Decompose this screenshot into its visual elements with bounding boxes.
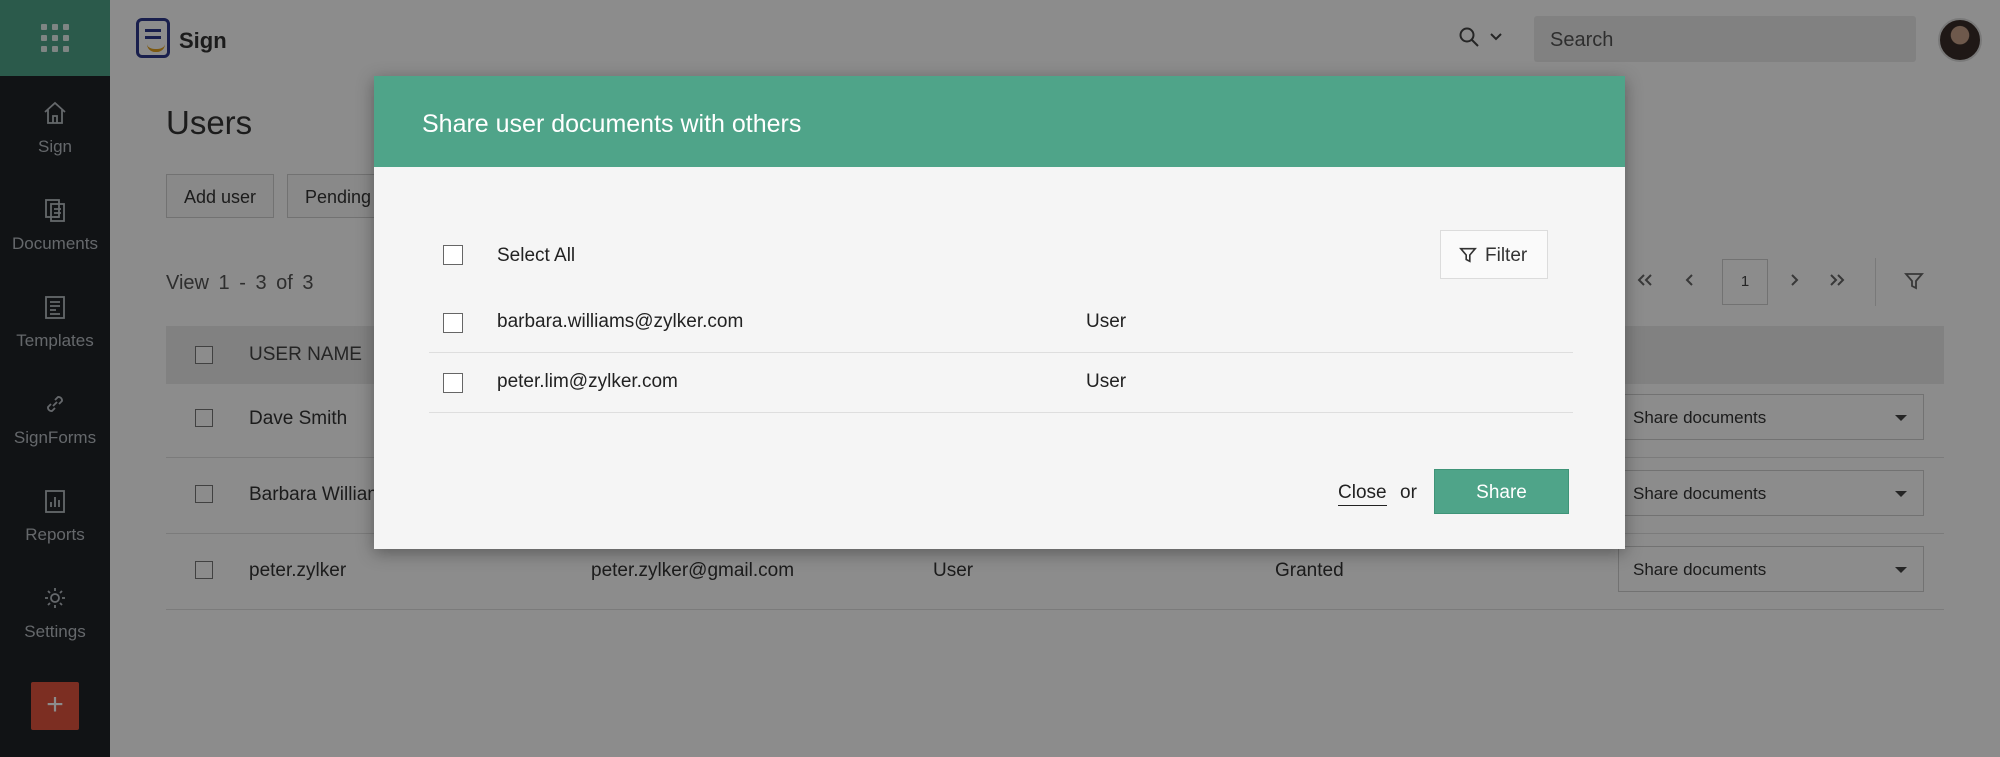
- user-email: peter.lim@zylker.com: [497, 371, 678, 392]
- select-all-label: Select All: [497, 245, 576, 266]
- share-button[interactable]: Share: [1434, 469, 1569, 514]
- user-checkbox[interactable]: [443, 373, 463, 393]
- share-documents-dialog: Share user documents with others Select …: [374, 76, 1625, 549]
- divider: [429, 352, 1573, 353]
- user-role: User: [1086, 311, 1127, 332]
- select-all-checkbox[interactable]: [443, 245, 463, 265]
- close-link[interactable]: Close: [1338, 482, 1387, 506]
- user-role: User: [1086, 371, 1127, 392]
- user-email: barbara.williams@zylker.com: [497, 311, 744, 332]
- user-checkbox[interactable]: [443, 313, 463, 333]
- filter-icon: [1459, 247, 1477, 263]
- filter-label: Filter: [1485, 245, 1528, 266]
- filter-button[interactable]: Filter: [1440, 230, 1548, 279]
- dialog-title: Share user documents with others: [374, 76, 1625, 167]
- divider: [429, 412, 1573, 413]
- or-label: or: [1400, 482, 1417, 503]
